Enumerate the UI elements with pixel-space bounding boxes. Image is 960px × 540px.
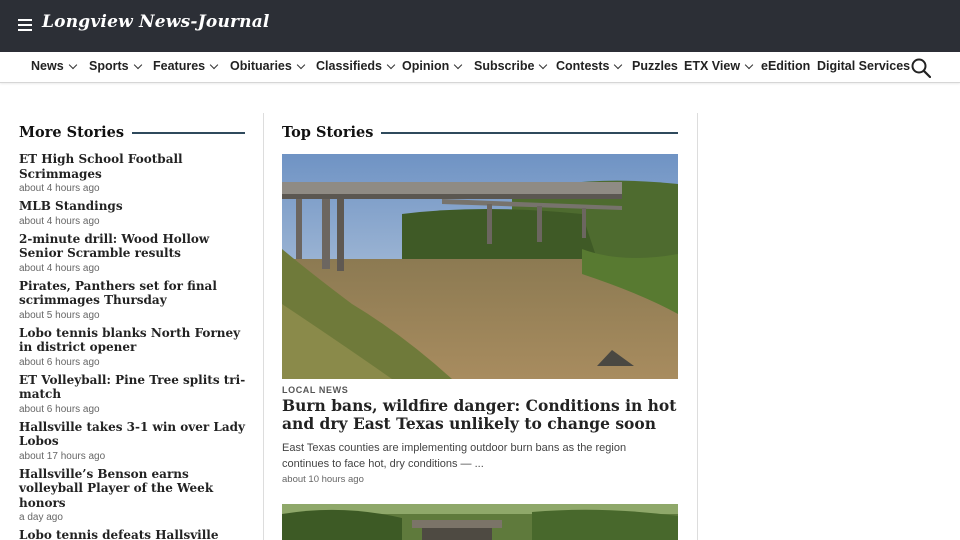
- lead-story-headline[interactable]: Burn bans, wildfire danger: Conditions i…: [282, 397, 682, 433]
- more-stories-list: ET High School Football Scrimmages about …: [19, 152, 251, 540]
- list-item[interactable]: Lobo tennis defeats Hallsvillea day ago: [19, 528, 251, 540]
- story-timestamp: a day ago: [19, 512, 63, 523]
- list-item[interactable]: 2-minute drill: Wood Hollow Senior Scram…: [19, 232, 251, 276]
- story-timestamp: about 5 hours ago: [19, 309, 100, 321]
- list-item[interactable]: Hallsville’s Benson earns volleyball Pla…: [19, 467, 251, 526]
- nav-item-label: Digital Services: [817, 59, 911, 73]
- nav-item-label: Subscribe: [474, 59, 535, 73]
- lead-story-summary: East Texas counties are implementing out…: [282, 442, 627, 470]
- chevron-down-icon: [539, 60, 548, 70]
- chevron-down-icon: [614, 60, 623, 70]
- site-header: Longview News-Journal: [0, 0, 960, 52]
- chevron-down-icon: [744, 60, 754, 70]
- nav-item-puzzles[interactable]: Puzzles: [632, 59, 678, 73]
- lead-story-image[interactable]: [282, 154, 678, 379]
- heading-rule: [381, 131, 678, 134]
- nav-item-label: Contests: [556, 59, 610, 73]
- column-divider: [263, 113, 264, 540]
- story-timestamp: about 4 hours ago: [19, 262, 100, 274]
- story-title[interactable]: Pirates, Panthers set for final scrimmag…: [19, 279, 251, 308]
- search-icon[interactable]: [911, 58, 931, 78]
- nav-item-sports[interactable]: Sports: [89, 59, 142, 73]
- story-title[interactable]: Lobo tennis blanks North Forney in distr…: [19, 326, 251, 355]
- hamburger-menu-icon[interactable]: [18, 19, 32, 31]
- nav-item-label: Obituaries: [230, 59, 292, 73]
- nav-item-obituaries[interactable]: Obituaries: [230, 59, 306, 73]
- nav-item-features[interactable]: Features: [153, 59, 219, 73]
- list-item[interactable]: Pirates, Panthers set for final scrimmag…: [19, 279, 251, 323]
- lead-story-kicker[interactable]: LOCAL NEWS: [282, 385, 348, 395]
- column-divider: [697, 113, 698, 540]
- nav-item-label: eEdition: [761, 59, 811, 73]
- chevron-down-icon: [386, 60, 396, 70]
- nav-item-label: Sports: [89, 59, 129, 73]
- nav-item-classifieds[interactable]: Classifieds: [316, 59, 396, 73]
- nav-item-digital-services[interactable]: Digital Services: [817, 59, 910, 73]
- story-title[interactable]: Hallsville’s Benson earns volleyball Pla…: [19, 467, 251, 511]
- story-timestamp: about 6 hours ago: [19, 403, 100, 415]
- chevron-down-icon: [296, 60, 306, 70]
- nav-item-contests[interactable]: Contests: [556, 59, 623, 73]
- nav-item-label: Classifieds: [316, 59, 383, 73]
- story-timestamp: about 17 hours ago: [19, 450, 106, 462]
- nav-item-opinion[interactable]: Opinion: [402, 59, 463, 73]
- list-item[interactable]: MLB Standings about 4 hours ago: [19, 199, 251, 229]
- nav-item-etx-view[interactable]: ETX View: [684, 59, 754, 73]
- nav-item-eedition[interactable]: eEdition: [761, 59, 810, 73]
- story-title[interactable]: 2-minute drill: Wood Hollow Senior Scram…: [19, 232, 251, 261]
- story-timestamp: about 6 hours ago: [19, 356, 100, 368]
- story-timestamp: about 4 hours ago: [19, 215, 100, 227]
- story-title[interactable]: ET High School Football Scrimmages: [19, 152, 251, 181]
- story-title[interactable]: MLB Standings: [19, 199, 251, 214]
- story-timestamp: about 4 hours ago: [19, 183, 100, 194]
- second-story-image[interactable]: [282, 504, 678, 540]
- story-title[interactable]: ET Volleyball: Pine Tree splits tri-matc…: [19, 373, 251, 402]
- chevron-down-icon: [209, 60, 219, 70]
- nav-item-label: ETX View: [684, 59, 741, 73]
- list-item[interactable]: Hallsville takes 3-1 win over Lady Lobos…: [19, 420, 251, 464]
- lead-story-timestamp: about 10 hours ago: [282, 474, 364, 485]
- story-title[interactable]: Lobo tennis defeats Hallsville: [19, 528, 251, 540]
- nav-item-label: Features: [153, 59, 206, 73]
- chevron-down-icon: [133, 60, 142, 70]
- story-title[interactable]: Hallsville takes 3-1 win over Lady Lobos: [19, 420, 251, 449]
- list-item[interactable]: ET High School Football Scrimmages about …: [19, 152, 251, 196]
- nav-item-label: Puzzles: [632, 59, 678, 73]
- nav-item-news[interactable]: News: [31, 59, 77, 73]
- list-item[interactable]: Lobo tennis blanks North Forney in distr…: [19, 326, 251, 370]
- chevron-down-icon: [68, 60, 77, 70]
- chevron-down-icon: [453, 60, 463, 70]
- site-masthead[interactable]: Longview News-Journal: [42, 12, 270, 32]
- more-stories-heading: More Stories: [19, 124, 245, 141]
- heading-rule: [132, 131, 245, 134]
- nav-item-label: News: [31, 59, 64, 73]
- nav-item-label: Opinion: [402, 59, 450, 73]
- nav-item-subscribe[interactable]: Subscribe: [474, 59, 548, 73]
- top-stories-heading: Top Stories: [282, 124, 678, 141]
- main-nav: News Sports Features Obituaries Classifieds O…: [0, 52, 960, 83]
- list-item[interactable]: ET Volleyball: Pine Tree splits tri-matc…: [19, 373, 251, 417]
